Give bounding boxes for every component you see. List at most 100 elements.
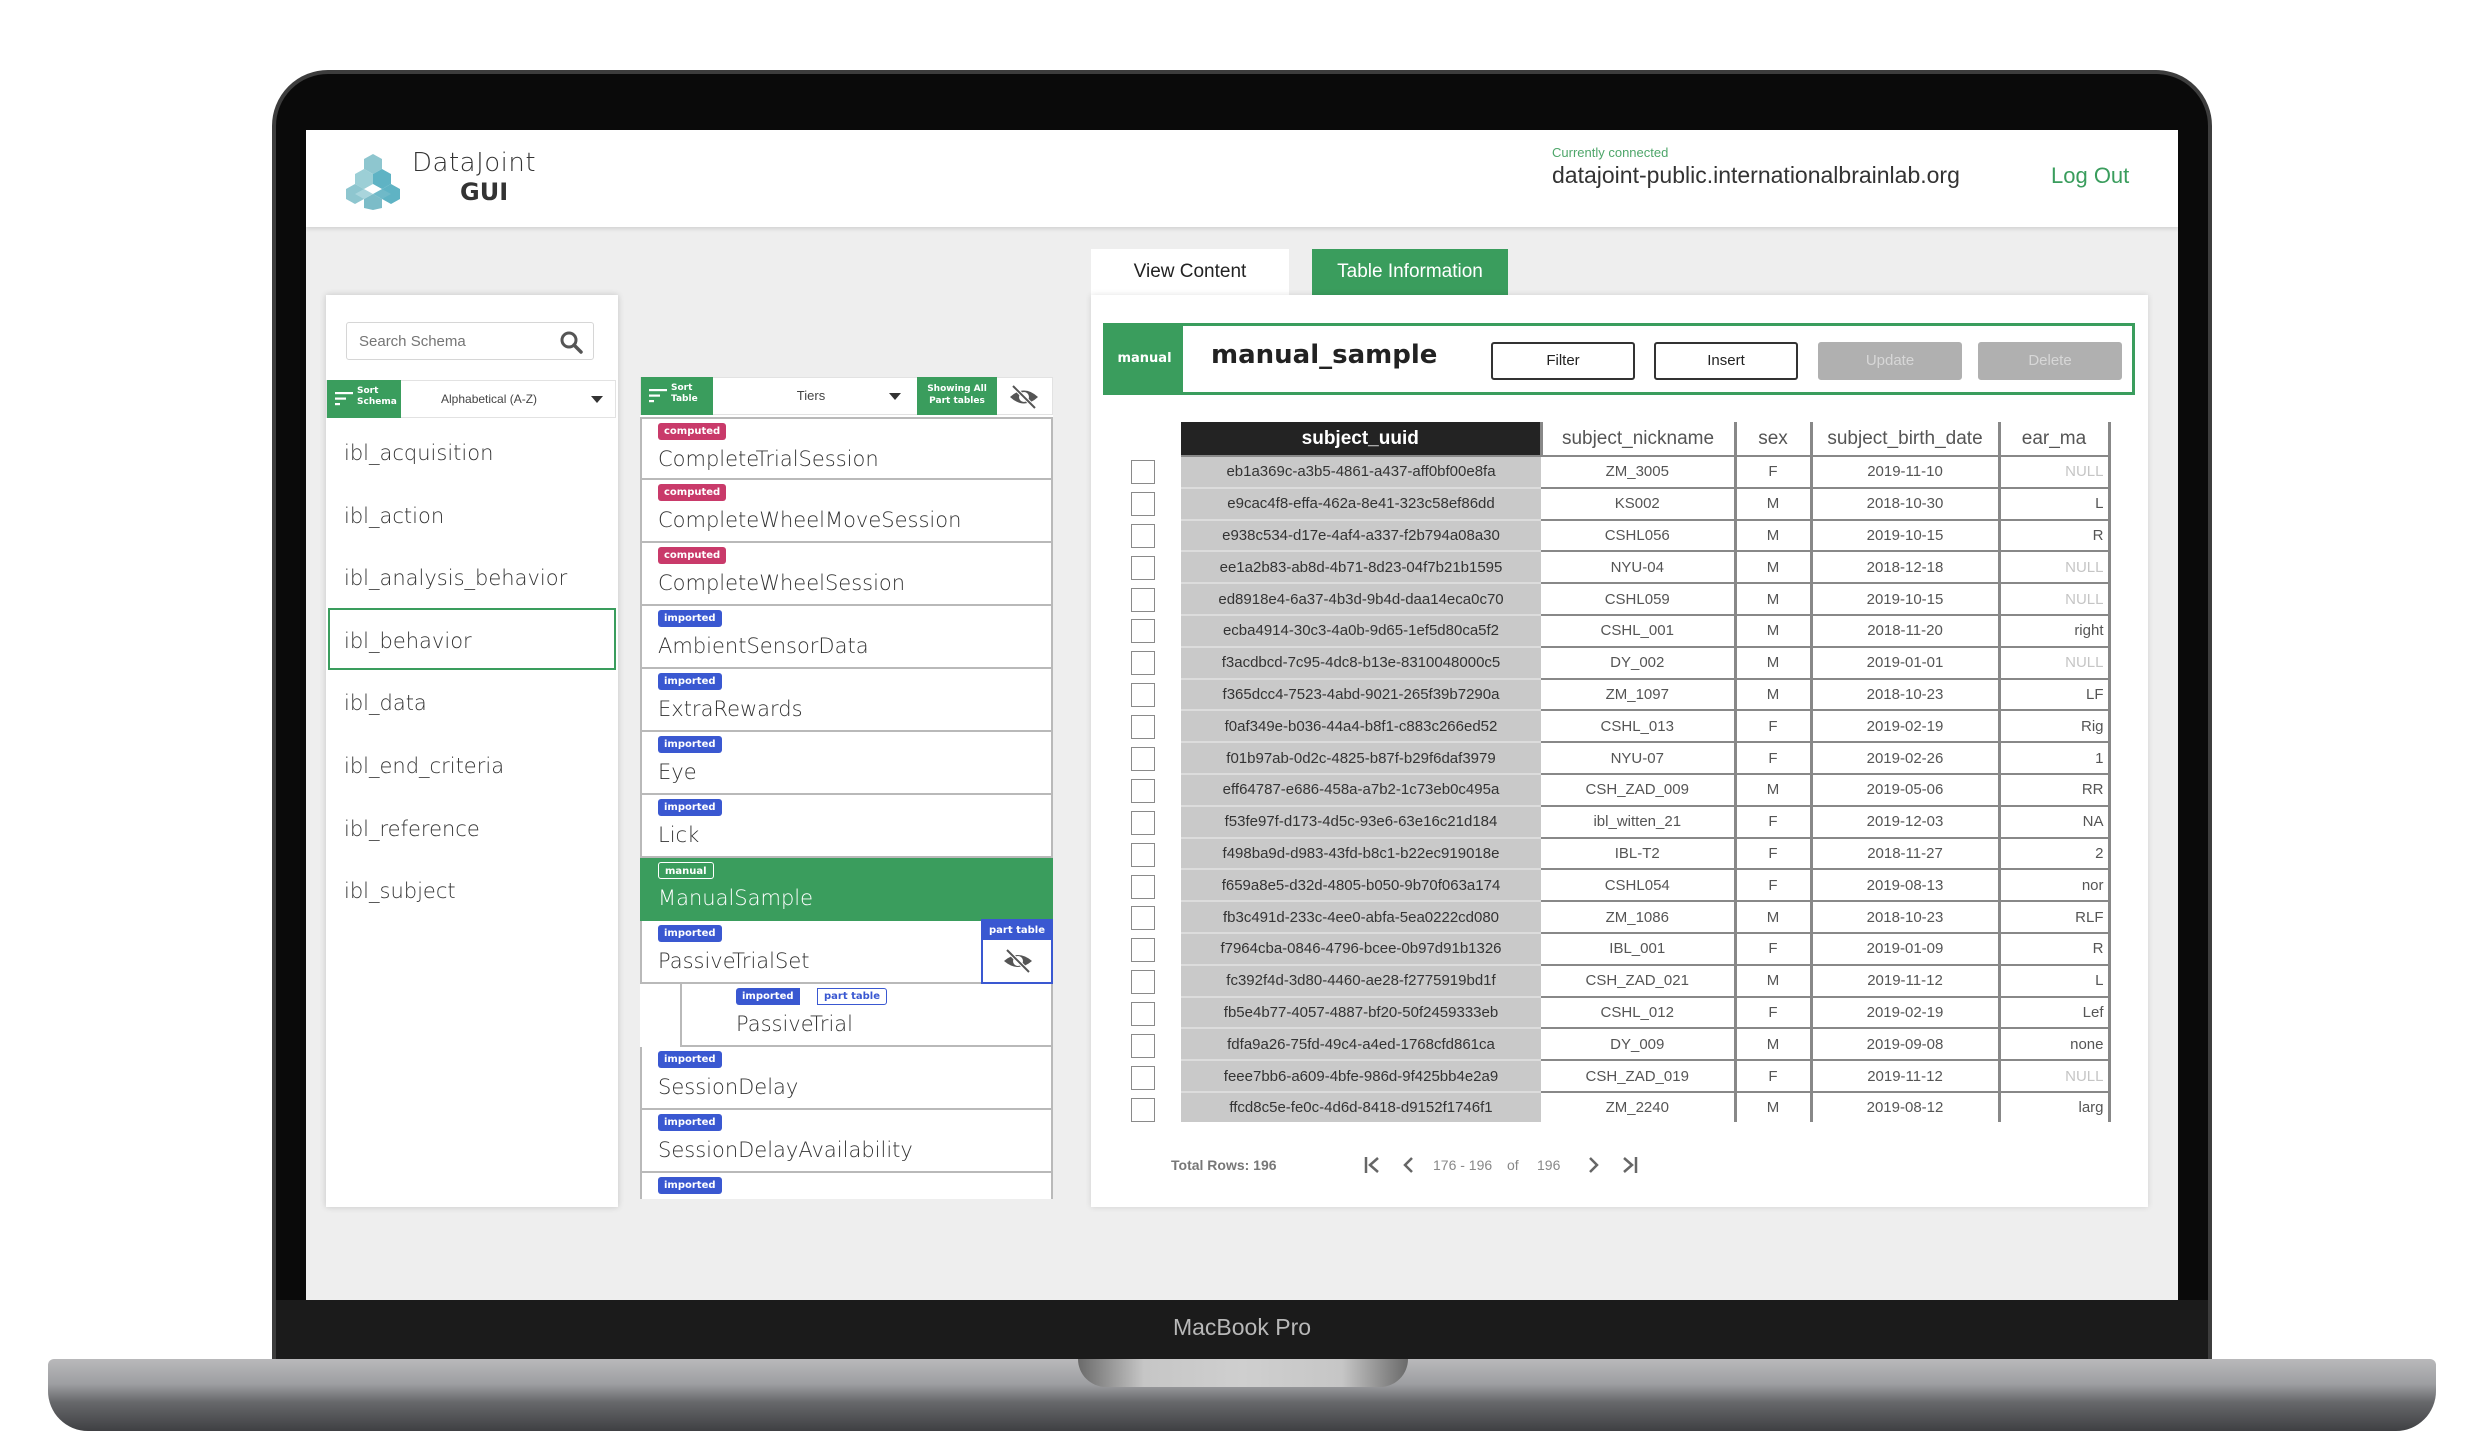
row-checkbox[interactable] [1131,842,1155,867]
table-cell: LF [1999,678,2111,712]
table-row[interactable]: f498ba9d-d983-43fd-b8c1-b22ec919018e IBL-… [1181,837,2111,871]
table-row[interactable]: fdfa9a26-75fd-49c4-a4ed-1768cfd861ca DY_0… [1181,1028,2111,1062]
schema-item[interactable]: ibl_reference [326,796,618,859]
part-table-item[interactable]: imported part table PassiveTrial [680,984,1053,1047]
table-item[interactable]: computed CompleteWheelMoveSession [640,480,1053,543]
logo-subtitle: GUI [460,178,509,206]
table-row[interactable]: f0af349e-b036-44a4-b8f1-c883c266ed52 CSHL… [1181,710,2111,744]
row-checkbox[interactable] [1131,747,1155,772]
tier-badge: imported [658,1177,722,1194]
row-checkbox[interactable] [1131,1002,1155,1027]
part-table-toggle[interactable]: part table [981,919,1053,984]
table-cell: f7964cba-0846-4796-bcee-0b97d91b1326 [1181,932,1541,966]
table-item[interactable]: computed CompleteTrialSession [640,417,1053,480]
table-row[interactable]: fb5e4b77-4057-4887-bf20-50f2459333eb CSHL… [1181,996,2111,1030]
delete-button[interactable]: Delete [1978,342,2122,380]
row-checkbox[interactable] [1131,906,1155,931]
table-row[interactable]: eb1a369c-a3b5-4861-a437-aff0bf00e8fa ZM_3… [1181,456,2111,489]
row-checkbox[interactable] [1131,619,1155,644]
table-row[interactable]: fc392f4d-3d80-4460-ae28-f2775919bd1f CSH_… [1181,964,2111,998]
row-checkbox[interactable] [1131,651,1155,676]
column-header[interactable]: ear_ma [1999,422,2111,457]
schema-item[interactable]: ibl_subject [326,858,618,921]
table-item-selected[interactable]: manual ManualSample [640,858,1053,921]
row-checkbox[interactable] [1131,715,1155,740]
row-checkbox[interactable] [1131,810,1155,835]
column-header[interactable]: subject_uuid [1181,422,1543,457]
table-row[interactable]: f01b97ab-0d2c-4825-b87f-b29f6daf3979 NYU-… [1181,742,2111,775]
table-row[interactable]: f659a8e5-d32d-4805-b050-9b70f063a174 CSHL… [1181,869,2111,903]
table-cell: F [1735,805,1813,839]
sort-table-button[interactable]: Sort Table [641,377,713,415]
filter-button[interactable]: Filter [1491,342,1635,380]
schema-search-input[interactable] [347,323,547,359]
table-cell: M [1735,964,1813,998]
table-cell: 2018-10-23 [1811,901,2001,934]
table-item[interactable]: imported Lick [640,795,1053,858]
table-row[interactable]: feee7bb6-a609-4bfe-986d-9f425bb4e2a9 CSH_… [1181,1060,2111,1093]
table-cell: M [1735,487,1813,521]
row-checkbox[interactable] [1131,683,1155,708]
table-cell: f0af349e-b036-44a4-b8f1-c883c266ed52 [1181,710,1541,744]
row-checkbox[interactable] [1131,523,1155,548]
show-part-tables-toggle[interactable]: Showing All Part tables [917,377,997,415]
table-row[interactable]: ecba4914-30c3-4a0b-9d65-1ef5d80ca5f2 CSHL… [1181,614,2111,648]
insert-button[interactable]: Insert [1654,342,1798,380]
table-row[interactable]: f365dcc4-7523-4abd-9021-265f39b7290a ZM_1… [1181,678,2111,712]
tier-badge: imported [658,1051,722,1068]
previous-page-icon[interactable] [1397,1153,1421,1177]
sort-schema-button[interactable]: Sort Schema [327,380,401,418]
row-checkbox[interactable] [1131,1097,1155,1122]
logout-link[interactable]: Log Out [2051,163,2129,189]
first-page-icon[interactable] [1361,1153,1385,1177]
table-item[interactable]: imported SessionDelay [640,1047,1053,1110]
row-checkbox[interactable] [1131,970,1155,995]
row-checkbox[interactable] [1131,938,1155,963]
table-sort-select[interactable]: Tiers [713,378,909,414]
last-page-icon[interactable] [1617,1153,1641,1177]
tab-table-information[interactable]: Table Information [1312,249,1508,295]
schema-item[interactable]: ibl_analysis_behavior [326,545,618,608]
column-header[interactable]: subject_birth_date [1811,422,2001,457]
update-button[interactable]: Update [1818,342,1962,380]
table-item[interactable]: imported SessionDelayAvailability [640,1110,1053,1173]
table-item[interactable]: imported [640,1173,1053,1199]
row-checkbox[interactable] [1131,460,1155,484]
schema-item[interactable]: ibl_data [326,670,618,733]
row-checkbox[interactable] [1131,874,1155,899]
schema-item-selected[interactable]: ibl_behavior [328,607,616,671]
table-item[interactable]: imported ExtraRewards [640,669,1053,732]
table-row[interactable]: eff64787-e686-458a-a7b2-1c73eb0c495a CSH_… [1181,773,2111,807]
table-row[interactable]: f7964cba-0846-4796-bcee-0b97d91b1326 IBL_… [1181,932,2111,966]
table-row[interactable]: f3acdbcd-7c95-4dc8-b13e-8310048000c5 DY_0… [1181,646,2111,680]
schema-item[interactable]: ibl_action [326,483,618,546]
column-header[interactable]: subject_nickname [1541,422,1737,457]
table-row[interactable]: ee1a2b83-ab8d-4b71-8d23-04f7b21b1595 NYU-… [1181,551,2111,585]
tab-view-content[interactable]: View Content [1091,249,1289,295]
row-checkbox[interactable] [1131,491,1155,516]
row-checkbox[interactable] [1131,1034,1155,1059]
table-item[interactable]: imported AmbientSensorData [640,606,1053,669]
row-checkbox[interactable] [1131,587,1155,612]
row-checkbox[interactable] [1131,555,1155,580]
row-checkbox[interactable] [1131,778,1155,803]
schema-item[interactable]: ibl_end_criteria [326,733,618,796]
table-row[interactable]: ffcd8c5e-fe0c-4d6d-8418-d9152f1746f1 ZM_2… [1181,1091,2111,1122]
eye-off-icon[interactable] [1001,382,1047,412]
table-item[interactable]: imported Eye [640,732,1053,795]
schema-sort-select[interactable]: Alphabetical (A-Z) [401,381,615,417]
table-item[interactable]: computed CompleteWheelSession [640,543,1053,606]
table-row[interactable]: ed8918e4-6a37-4b3d-9b4d-daa14eca0c70 CSHL… [1181,583,2111,616]
table-row[interactable]: e938c534-d17e-4af4-a337-f2b794a08a30 CSHL… [1181,519,2111,553]
column-header[interactable]: sex [1735,422,1813,457]
table-row[interactable]: e9cac4f8-effa-462a-8e41-323c58ef86dd KS00… [1181,487,2111,521]
search-icon[interactable] [559,330,583,354]
schema-item[interactable]: ibl_acquisition [326,420,618,483]
row-checkbox[interactable] [1131,1065,1155,1090]
table-row[interactable]: fb3c491d-233c-4ee0-abfa-5ea0222cd080 ZM_1… [1181,901,2111,934]
schema-search[interactable] [346,322,594,360]
next-page-icon[interactable] [1581,1153,1605,1177]
table-row[interactable]: f53fe97f-d173-4d5c-93e6-63e16c21d184 ibl_… [1181,805,2111,839]
table-cell: M [1735,901,1813,934]
table-item[interactable]: imported PassiveTrialSet part table [640,919,1053,984]
